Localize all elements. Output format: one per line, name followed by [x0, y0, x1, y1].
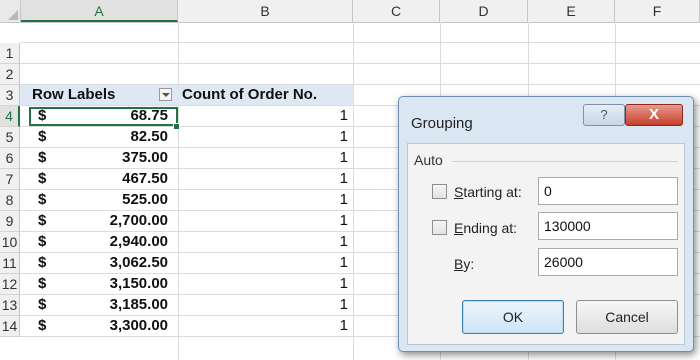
amount-cell[interactable]: 2,940.00 — [60, 232, 168, 252]
ending-at-checkbox[interactable] — [432, 220, 447, 235]
row-header[interactable]: 13 — [0, 295, 20, 316]
currency-symbol: $ — [38, 254, 47, 271]
count-cell[interactable]: 1 — [178, 211, 348, 231]
starting-at-label: Starting at: — [454, 184, 522, 200]
row-header[interactable]: 14 — [0, 316, 20, 337]
amount-cell[interactable]: 3,300.00 — [60, 316, 168, 336]
count-cell[interactable]: 1 — [178, 106, 348, 126]
filter-dropdown-button[interactable] — [159, 88, 172, 101]
by-label-text: y: — [463, 256, 475, 272]
currency-symbol: $ — [38, 275, 47, 292]
amount-cell[interactable]: 467.50 — [60, 169, 168, 189]
ending-at-label: Ending at: — [454, 220, 517, 236]
currency-symbol: $ — [38, 191, 47, 208]
amount-cell[interactable]: 375.00 — [60, 148, 168, 168]
row-header[interactable]: 2 — [0, 64, 20, 85]
table-row[interactable] — [20, 64, 700, 85]
ok-button[interactable]: OK — [462, 300, 564, 334]
row-header-selected[interactable]: 4 — [0, 106, 20, 127]
count-cell[interactable]: 1 — [178, 253, 348, 273]
starting-at-accesskey: S — [454, 184, 464, 200]
starting-at-checkbox[interactable] — [432, 184, 447, 199]
amount-cell[interactable]: 3,062.50 — [60, 253, 168, 273]
count-cell[interactable]: 1 — [178, 274, 348, 294]
ending-at-accesskey: E — [454, 220, 464, 236]
count-cell[interactable]: 1 — [178, 190, 348, 210]
ending-at-input[interactable]: 130000 — [538, 212, 678, 240]
column-header-c[interactable]: C — [353, 0, 440, 22]
row-header[interactable]: 1 — [0, 43, 20, 64]
row-header[interactable]: 5 — [0, 127, 20, 148]
grouping-dialog: Grouping ? X Auto Starting at: 0 Ending … — [398, 96, 694, 352]
by-label: By: — [454, 256, 474, 272]
count-of-order-no-header: Count of Order No. — [182, 86, 317, 103]
dialog-body: Auto Starting at: 0 Ending at: 130000 By… — [407, 143, 685, 345]
row-header[interactable]: 10 — [0, 232, 20, 253]
column-header-b[interactable]: B — [178, 0, 353, 22]
currency-symbol: $ — [38, 317, 47, 334]
column-header-f[interactable]: F — [615, 0, 700, 22]
row-header[interactable]: 8 — [0, 190, 20, 211]
amount-cell[interactable]: 68.75 — [60, 106, 168, 126]
currency-symbol: $ — [38, 149, 47, 166]
row-header[interactable]: 12 — [0, 274, 20, 295]
dialog-title: Grouping — [411, 115, 473, 132]
amount-cell[interactable]: 3,185.00 — [60, 295, 168, 315]
close-icon[interactable]: X — [625, 104, 683, 126]
cancel-button[interactable]: Cancel — [576, 300, 678, 334]
select-all-corner[interactable] — [0, 0, 21, 22]
column-header-e[interactable]: E — [528, 0, 615, 22]
currency-symbol: $ — [38, 233, 47, 250]
row-header[interactable]: 6 — [0, 148, 20, 169]
auto-group-label: Auto — [414, 152, 443, 168]
count-cell[interactable]: 1 — [178, 316, 348, 336]
currency-symbol: $ — [38, 107, 47, 124]
count-cell[interactable]: 1 — [178, 232, 348, 252]
count-cell[interactable]: 1 — [178, 127, 348, 147]
ending-at-label-text: nding at: — [463, 220, 518, 236]
row-header[interactable]: 3 — [0, 85, 20, 106]
currency-symbol: $ — [38, 128, 47, 145]
by-input[interactable]: 26000 — [538, 248, 678, 276]
by-accesskey: B — [454, 256, 464, 272]
column-header-d[interactable]: D — [440, 0, 528, 22]
starting-at-input[interactable]: 0 — [538, 177, 678, 205]
count-cell[interactable]: 1 — [178, 148, 348, 168]
row-header[interactable]: 11 — [0, 253, 20, 274]
row-header[interactable]: 9 — [0, 211, 20, 232]
count-cell[interactable]: 1 — [178, 169, 348, 189]
row-header[interactable]: 7 — [0, 169, 20, 190]
currency-symbol: $ — [38, 296, 47, 313]
amount-cell[interactable]: 3,150.00 — [60, 274, 168, 294]
starting-at-label-text: tarting at: — [463, 184, 522, 200]
column-header-a[interactable]: A — [21, 0, 178, 22]
table-row[interactable] — [20, 43, 700, 64]
currency-symbol: $ — [38, 212, 47, 229]
select-all-triangle-icon — [8, 10, 18, 20]
currency-symbol: $ — [38, 170, 47, 187]
group-divider — [452, 161, 678, 162]
amount-cell[interactable]: 525.00 — [60, 190, 168, 210]
column-header-row: A B C D E F — [0, 0, 700, 23]
row-labels-header: Row Labels — [32, 86, 116, 103]
help-icon[interactable]: ? — [583, 104, 625, 126]
spacer-row — [20, 22, 700, 43]
amount-cell[interactable]: 82.50 — [60, 127, 168, 147]
amount-cell[interactable]: 2,700.00 — [60, 211, 168, 231]
count-cell[interactable]: 1 — [178, 295, 348, 315]
